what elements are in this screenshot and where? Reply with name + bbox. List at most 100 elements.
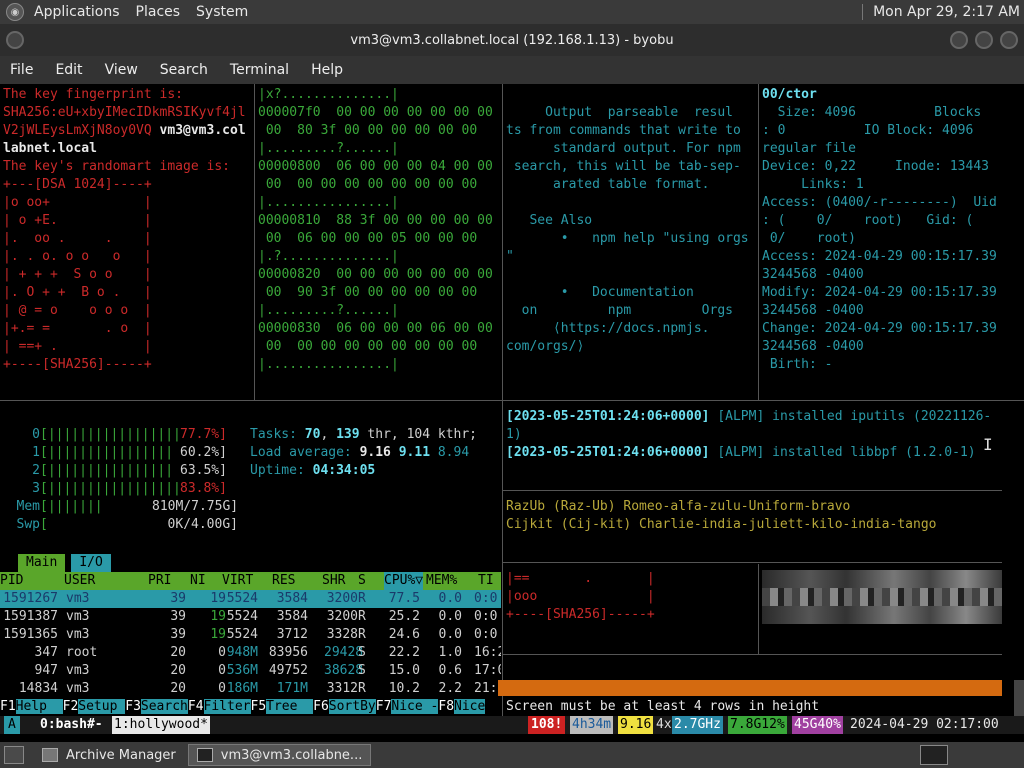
table-cell: 947 xyxy=(34,663,58,678)
fkey-label[interactable]: Help xyxy=(15,699,63,714)
text-line: 00000800 06 00 00 00 04 00 00 xyxy=(258,159,493,174)
pane-stat[interactable]: 00/ctor Size: 4096 Blocks : 0 IO Block: … xyxy=(762,86,1022,398)
column-header[interactable]: CPU%▽ xyxy=(384,572,424,590)
process-table-header[interactable]: PID USER PRI NI VIRT RES SHR S CPU%▽ MEM% TI xyxy=(0,572,501,590)
fkey-label[interactable]: Filter xyxy=(203,699,251,714)
cpu-bar: [|||||||||||||||| xyxy=(40,463,181,478)
applications-menu[interactable]: Applications xyxy=(34,4,120,20)
column-header[interactable]: VIRT xyxy=(222,572,253,590)
terminal-menubar: File Edit View Search Terminal Help xyxy=(0,56,1024,84)
fkey-label[interactable]: Search xyxy=(140,699,188,714)
table-cell: 3312 xyxy=(326,681,358,696)
close-icon[interactable] xyxy=(1000,31,1018,49)
places-menu[interactable]: Places xyxy=(136,4,181,20)
htop-function-keys[interactable]: F1Help F2Setup F3SearchF4FilterF5Tree F6… xyxy=(0,698,500,716)
uptime-value: 04:34:05 xyxy=(312,463,376,478)
terminal-area[interactable]: The key fingerprint is: SHA256:eU+xbyIMe… xyxy=(0,84,1024,742)
clock[interactable]: Mon Apr 29, 2:17 AM xyxy=(873,4,1020,20)
column-header[interactable]: MEM% xyxy=(426,572,457,590)
menu-terminal[interactable]: Terminal xyxy=(230,62,289,78)
text-line: Change: 2024-04-29 00:15:17.39 xyxy=(762,321,997,336)
menu-help[interactable]: Help xyxy=(311,62,343,78)
column-header[interactable]: USER xyxy=(64,572,95,590)
pane-ssh-keygen[interactable]: The key fingerprint is: SHA256:eU+xbyIMe… xyxy=(3,86,253,398)
table-row[interactable]: 14834vm3200186M171M3312R10.22.221:3 xyxy=(0,680,501,698)
text-line: on npm Orgs xyxy=(506,303,733,318)
window-titlebar[interactable]: vm3@vm3.collabnet.local (192.168.1.13) -… xyxy=(0,24,1024,56)
byobu-window-0[interactable]: 0:bash#- xyxy=(40,716,103,734)
scrollbar[interactable] xyxy=(1014,680,1024,716)
tab-io[interactable]: I/O xyxy=(71,554,111,572)
column-header[interactable]: S xyxy=(358,572,366,590)
table-cell: 17:0 xyxy=(474,663,501,678)
text-line: SHA256:eU+xbyIMecIDkmRSIKyvf4jl xyxy=(3,105,246,120)
text-line: : 0 IO Block: 4096 xyxy=(762,123,974,138)
fkey-label[interactable]: SortBy xyxy=(328,699,376,714)
table-cell: R xyxy=(358,609,366,624)
byobu-window-1[interactable]: 1:hollywood* xyxy=(112,716,210,734)
text-line: | o +E. | xyxy=(3,213,152,228)
table-row[interactable]: 347root200948M8395629428S22.21.016:2 xyxy=(0,644,501,662)
pane-image-noise[interactable] xyxy=(762,570,1002,624)
column-header[interactable]: TI xyxy=(478,572,494,590)
table-row[interactable]: 1591387 vm3 39 19 5524 3584 3200 R 25.2 0.0 0:0 xyxy=(0,608,501,626)
pane-hexdump[interactable]: |x?..............| 000007f0 00 00 00 00 … xyxy=(258,86,501,398)
table-cell: 3584 xyxy=(276,609,308,624)
pane-pacman-log[interactable]: [2023-05-25T01:24:06+0000] [ALPM] instal… xyxy=(506,408,1002,488)
window-menu-icon[interactable] xyxy=(6,31,24,49)
cpu-pct: 60.2%] xyxy=(180,445,227,460)
menu-search[interactable]: Search xyxy=(160,62,208,78)
maximize-icon[interactable] xyxy=(975,31,993,49)
fkey-label[interactable]: Nice xyxy=(454,699,486,714)
workspace-switcher-icon[interactable] xyxy=(920,745,948,765)
pane-npm-manpage[interactable]: Output parseable resul ts from commands … xyxy=(506,86,757,398)
table-cell: 171M xyxy=(276,681,308,696)
screen-size-message: Screen must be at least 4 rows in height xyxy=(506,699,820,714)
column-header[interactable]: PID xyxy=(0,572,23,590)
tasks-count: 70 xyxy=(304,427,321,442)
table-row[interactable]: 947vm3200536M4975238628S15.00.617:0 xyxy=(0,662,501,680)
load-5: 9.11 xyxy=(398,445,431,460)
cpu-bar: [||||||||||||||||| xyxy=(40,427,181,442)
column-header[interactable]: RES xyxy=(272,572,295,590)
table-cell: vm3 xyxy=(66,627,90,642)
mem-badge: 7.8G12% xyxy=(728,716,787,734)
text-line: 00 06 00 00 00 05 00 00 00 xyxy=(258,231,478,246)
taskbar-item-terminal[interactable]: vm3@vm3.collabne... xyxy=(187,744,372,766)
table-row[interactable]: 1591365 vm3 39 19 5524 3712 3328 R 24.6 0.0 0:0 xyxy=(0,626,501,644)
menu-view[interactable]: View xyxy=(105,62,138,78)
menu-file[interactable]: File xyxy=(10,62,33,78)
text-line: |................| xyxy=(258,357,399,372)
minimize-icon[interactable] xyxy=(950,31,968,49)
taskbar-item-archive-manager[interactable]: Archive Manager xyxy=(34,744,184,766)
table-cell: 3200 xyxy=(326,609,358,624)
column-header[interactable]: PRI xyxy=(148,572,171,590)
system-menu[interactable]: System xyxy=(196,4,248,20)
column-header[interactable]: SHR xyxy=(322,572,345,590)
pane-htop[interactable]: 0[|||||||||||||||||77.7%] 1[||||||||||||… xyxy=(0,426,501,716)
show-desktop-icon[interactable] xyxy=(4,746,24,764)
process-table[interactable]: 1591267 vm3 39 19 5524 3584 3200 R 77.5 0.0 0:0 159… xyxy=(0,590,501,698)
distro-logo-icon[interactable]: ◉ xyxy=(6,3,24,21)
byobu-status-bar[interactable]: A 0:bash#- 1:hollywood* 108! 4h34m 9.16 … xyxy=(0,716,1024,734)
window-title: vm3@vm3.collabnet.local (192.168.1.13) -… xyxy=(350,32,674,48)
fkey-label[interactable]: Setup xyxy=(78,699,126,714)
tab-main[interactable]: Main xyxy=(18,554,66,572)
table-cell: 3584 xyxy=(276,591,308,606)
swp-bar: [ xyxy=(40,517,48,532)
table-cell: 39 xyxy=(170,591,186,606)
pane-nato-names[interactable]: RazUb (Raz-Ub) Romeo-alfa-zulu-Uniform-b… xyxy=(506,498,1002,558)
fkey-label[interactable]: Tree xyxy=(266,699,314,714)
fkey-label[interactable]: Nice - xyxy=(391,699,439,714)
load-15: 8.94 xyxy=(437,445,470,460)
log-message: [ALPM] installed iputils (20221126- xyxy=(709,409,992,424)
text-line: +---[DSA 1024]----+ xyxy=(3,177,152,192)
table-row[interactable]: 1591267 vm3 39 19 5524 3584 3200 R 77.5 0.0 0:0 xyxy=(0,590,501,608)
byobu-session-a[interactable]: A xyxy=(4,716,20,734)
table-cell: 16:2 xyxy=(474,645,501,660)
text-line: Cijkit (Cij-kit) Charlie-india-juliett-k… xyxy=(506,517,937,532)
column-header[interactable]: NI xyxy=(190,572,206,590)
text-line: |. oo . . | xyxy=(3,231,152,246)
pane-randomart[interactable]: |== . | |ooo | +----[SHA256]-----+ xyxy=(506,570,756,650)
menu-edit[interactable]: Edit xyxy=(55,62,82,78)
